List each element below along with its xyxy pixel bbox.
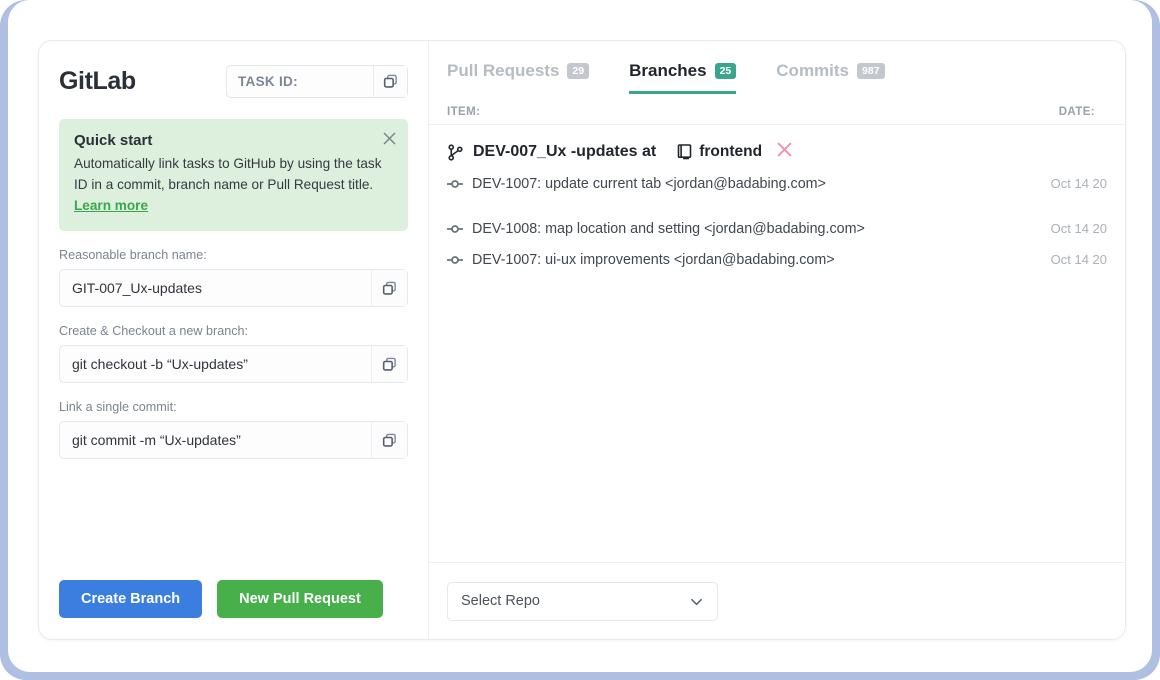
gitlab-integration-card: GitLab TASK ID: Quick start Automaticall… — [38, 40, 1126, 640]
tab-pull-requests-label: Pull Requests — [447, 61, 560, 80]
commit-command-copy-button[interactable] — [371, 422, 407, 458]
branch-name-label: Reasonable branch name: — [59, 248, 207, 262]
tab-pull-requests[interactable]: Pull Requests 29 — [447, 61, 590, 91]
list-column-header: ITEM: DATE: — [429, 99, 1125, 125]
left-panel-actions: Create Branch New Pull Request — [59, 580, 383, 618]
checkout-command-copy-button[interactable] — [371, 346, 407, 382]
right-panel-footer: Select Repo — [429, 562, 1125, 639]
commit-command-input-group[interactable] — [59, 421, 408, 459]
commit-date: Oct 14 20 — [1050, 221, 1107, 236]
branch-header-row[interactable]: DEV-007_Ux -updates at frontend — [429, 135, 1125, 168]
brand-row: GitLab TASK ID: — [59, 61, 408, 101]
git-commit-icon — [447, 179, 463, 188]
commit-command-label: Link a single commit: — [59, 400, 177, 414]
tab-branches-label: Branches — [629, 61, 707, 80]
commit-message: DEV-1007: ui-ux improvements <jordan@bad… — [472, 251, 835, 268]
git-commit-icon — [447, 255, 463, 264]
quick-start-close-button[interactable] — [380, 129, 398, 147]
column-header-item: ITEM: — [447, 105, 481, 118]
create-branch-button[interactable]: Create Branch — [59, 580, 203, 618]
copy-icon — [382, 357, 396, 371]
branch-name-input[interactable] — [60, 270, 371, 306]
column-header-date: DATE: — [1058, 105, 1095, 118]
quick-start-callout: Quick start Automatically link tasks to … — [59, 119, 408, 231]
tab-commits[interactable]: Commits 987 — [776, 61, 885, 91]
commit-row[interactable]: DEV-1008: map location and setting <jord… — [429, 213, 1125, 244]
tab-bar: Pull Requests 29 Branches 25 Commits 987 — [429, 41, 1125, 99]
right-panel: Pull Requests 29 Branches 25 Commits 987… — [429, 41, 1125, 639]
learn-more-link[interactable]: Learn more — [74, 198, 148, 213]
left-panel: GitLab TASK ID: Quick start Automaticall… — [39, 41, 429, 639]
commit-message: DEV-1008: map location and setting <jord… — [472, 220, 865, 237]
repo-select-value: Select Repo — [461, 593, 540, 609]
app-title: GitLab — [59, 66, 136, 95]
new-pull-request-button[interactable]: New Pull Request — [217, 580, 383, 618]
copy-icon — [382, 433, 396, 447]
branch-name-field-group: Reasonable branch name: — [59, 248, 408, 307]
tab-branches[interactable]: Branches 25 — [629, 61, 737, 94]
task-id-input[interactable]: TASK ID: — [227, 66, 373, 97]
branch-remove-button[interactable] — [777, 142, 792, 162]
commit-message: DEV-1007: update current tab <jordan@bad… — [472, 175, 826, 192]
branch-name-input-group[interactable] — [59, 269, 408, 307]
tab-commits-label: Commits — [776, 61, 850, 80]
repo-book-icon — [677, 144, 692, 160]
copy-icon — [383, 74, 397, 88]
tab-commits-badge: 987 — [857, 63, 885, 79]
checkout-command-input[interactable] — [60, 346, 371, 382]
quick-start-title: Quick start — [74, 132, 153, 149]
quick-start-text: Automatically link tasks to GitHub by us… — [74, 156, 382, 192]
commit-date: Oct 14 20 — [1050, 176, 1107, 191]
close-icon — [777, 142, 792, 157]
task-id-label: TASK ID: — [238, 73, 298, 89]
git-branch-icon — [448, 143, 463, 161]
checkout-command-input-group[interactable] — [59, 345, 408, 383]
branch-name-copy-button[interactable] — [371, 270, 407, 306]
task-id-copy-button[interactable] — [373, 65, 407, 97]
commit-command-input[interactable] — [60, 422, 371, 458]
task-id-input-group[interactable]: TASK ID: — [226, 64, 408, 98]
commit-command-field-group: Link a single commit: — [59, 400, 408, 459]
copy-icon — [382, 281, 396, 295]
checkout-command-field-group: Create & Checkout a new branch: — [59, 324, 408, 383]
git-commit-icon — [447, 224, 463, 233]
quick-start-body: Automatically link tasks to GitHub by us… — [74, 153, 393, 216]
repo-select[interactable]: Select Repo — [447, 581, 718, 621]
chevron-down-icon — [691, 598, 702, 605]
repo-name-text: frontend — [699, 143, 763, 160]
commit-row[interactable]: DEV-1007: ui-ux improvements <jordan@bad… — [429, 244, 1125, 275]
commit-date: Oct 14 20 — [1050, 252, 1107, 267]
tab-pull-requests-badge: 29 — [567, 63, 590, 79]
branch-list: DEV-007_Ux -updates at frontend DEV-1007… — [429, 125, 1125, 275]
branch-name-text: DEV-007_Ux -updates at — [473, 143, 657, 160]
close-icon — [383, 132, 395, 144]
repo-chip[interactable]: frontend — [677, 143, 762, 161]
checkout-command-label: Create & Checkout a new branch: — [59, 324, 249, 338]
tab-branches-badge: 25 — [714, 63, 737, 79]
commit-row[interactable]: DEV-1007: update current tab <jordan@bad… — [429, 168, 1125, 199]
